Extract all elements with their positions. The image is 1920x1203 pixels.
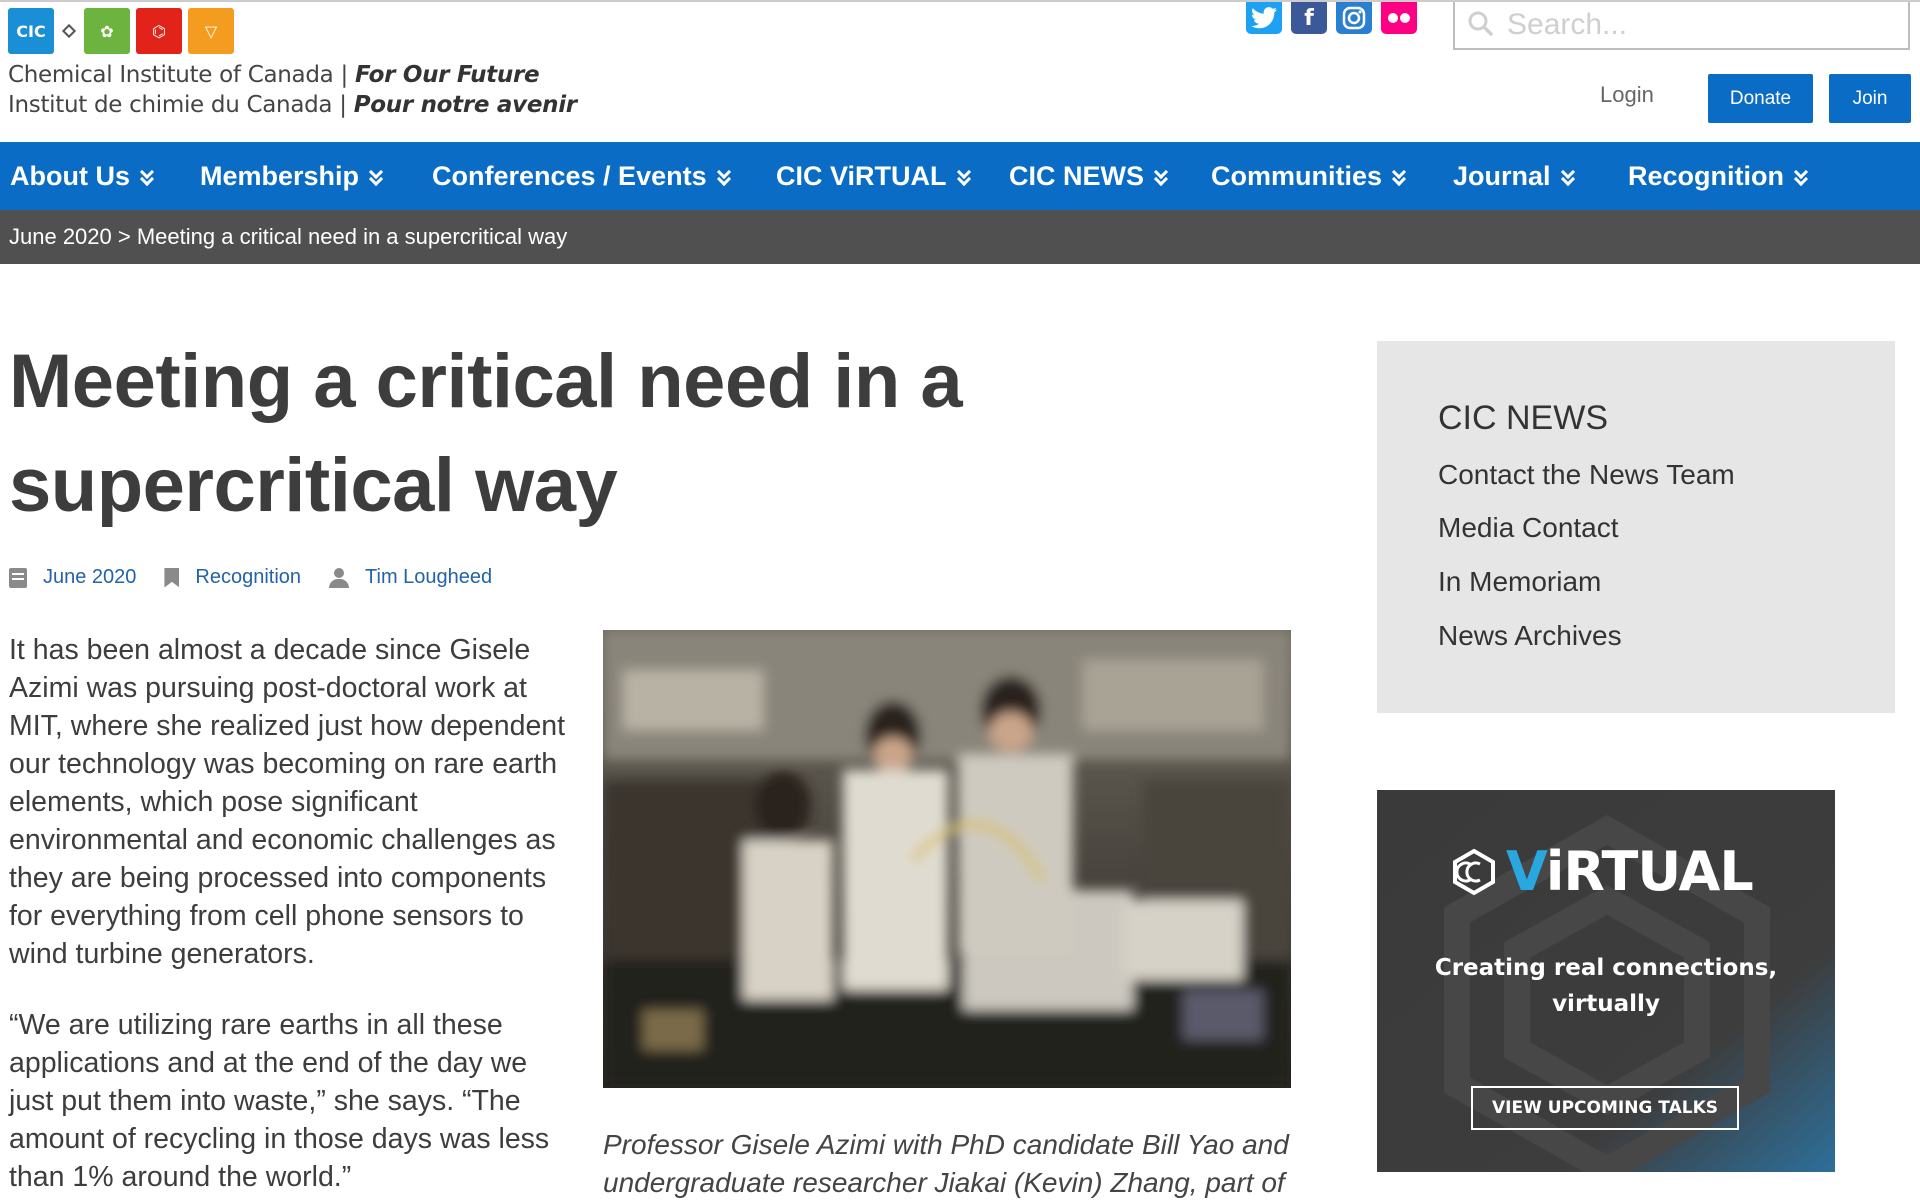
nav-item-label: Journal bbox=[1453, 160, 1551, 191]
search-icon[interactable] bbox=[1467, 10, 1493, 36]
search-input[interactable] bbox=[1507, 6, 1897, 44]
meta-date-link[interactable]: June 2020 bbox=[43, 566, 136, 589]
article-photo bbox=[603, 630, 1291, 1088]
meta-author-link[interactable]: Tim Lougheed bbox=[365, 566, 492, 589]
virtual-tagline-line2: virtually bbox=[1552, 991, 1660, 1017]
sidebar-link-news-archives[interactable]: News Archives bbox=[1438, 620, 1622, 652]
nav-item-label: CIC ViRTUAL bbox=[776, 160, 947, 191]
breadcrumb-parent[interactable]: June 2020 bbox=[9, 224, 112, 250]
nav-item-label: Recognition bbox=[1628, 160, 1784, 191]
nav-item-membership[interactable]: Membership bbox=[200, 142, 383, 210]
virtual-tagline: Creating real connections, virtually bbox=[1377, 950, 1835, 1022]
user-icon bbox=[329, 567, 350, 588]
page-title: Meeting a critical need in a supercritic… bbox=[9, 339, 963, 528]
logo-name-fr: Institut de chimie du Canada bbox=[8, 92, 333, 118]
chevron-down-icon bbox=[1392, 167, 1406, 185]
logo-tagline-en: For Our Future bbox=[354, 62, 540, 88]
breadcrumb: June 2020 > Meeting a critical need in a… bbox=[0, 210, 1920, 264]
sidebar-heading: CIC NEWS bbox=[1438, 399, 1608, 437]
sidebar-link-contact-news-team[interactable]: Contact the News Team bbox=[1438, 459, 1735, 491]
chevron-down-icon bbox=[1794, 167, 1808, 185]
chevron-down-icon bbox=[957, 167, 971, 185]
cic-logo-icon: CIC bbox=[8, 8, 54, 54]
chevron-down-icon bbox=[717, 167, 731, 185]
article-paragraph: “We are utilizing rare earths in all the… bbox=[9, 1009, 550, 1193]
calendar-icon bbox=[9, 567, 27, 588]
site-header: CIC ✿ ⌬ ▽ Chemical Institute of Canada |… bbox=[0, 0, 1920, 142]
logo-name-en: Chemical Institute of Canada bbox=[8, 62, 334, 88]
search-box[interactable] bbox=[1453, 2, 1910, 50]
chevron-down-icon bbox=[1154, 167, 1168, 185]
view-upcoming-talks-button[interactable]: VIEW UPCOMING TALKS bbox=[1471, 1086, 1739, 1130]
chevron-down-icon bbox=[1561, 167, 1575, 185]
nav-item-label: Membership bbox=[200, 160, 360, 191]
virtual-brand-v: V bbox=[1506, 840, 1547, 903]
logo-icons[interactable]: CIC ✿ ⌬ ▽ bbox=[8, 6, 234, 56]
donate-button[interactable]: Donate bbox=[1708, 74, 1813, 123]
chevron-down-icon bbox=[140, 167, 154, 185]
nav-item-conferences-events[interactable]: Conferences / Events bbox=[432, 142, 731, 210]
breadcrumb-separator: > bbox=[111, 224, 137, 249]
logo-wordmark[interactable]: Chemical Institute of Canada | For Our F… bbox=[8, 60, 577, 120]
nav-item-cic-news[interactable]: CIC NEWS bbox=[1009, 142, 1168, 210]
flickr-icon[interactable] bbox=[1381, 2, 1417, 34]
nav-item-label: Conferences / Events bbox=[432, 160, 707, 191]
social-links: f bbox=[1246, 2, 1417, 34]
nav-item-label: Communities bbox=[1211, 160, 1383, 191]
facebook-icon[interactable]: f bbox=[1291, 2, 1327, 34]
breadcrumb-current: Meeting a critical need in a supercritic… bbox=[136, 224, 568, 249]
virtual-tagline-line1: Creating real connections, bbox=[1434, 955, 1778, 981]
article-meta: June 2020 Recognition Tim Lougheed bbox=[9, 566, 520, 589]
diamond-separator-icon bbox=[61, 23, 77, 39]
main-nav: About Us Membership Conferences / Events… bbox=[0, 142, 1920, 210]
csc-logo-icon: ✿ bbox=[84, 8, 130, 54]
chevron-down-icon bbox=[369, 167, 383, 185]
nav-item-label: CIC NEWS bbox=[1009, 160, 1144, 191]
nav-item-communities[interactable]: Communities bbox=[1211, 142, 1406, 210]
photo-caption: Professor Gisele Azimi with PhD candidat… bbox=[603, 1129, 1289, 1198]
virtual-brand-rest: iRTUAL bbox=[1545, 840, 1754, 903]
nav-item-cic-virtual[interactable]: CIC ViRTUAL bbox=[776, 142, 971, 210]
nav-item-journal[interactable]: Journal bbox=[1453, 142, 1575, 210]
virtual-logo: ViRTUAL bbox=[1450, 840, 1754, 903]
login-link[interactable]: Login bbox=[1600, 82, 1654, 108]
meta-category-link[interactable]: Recognition bbox=[195, 566, 301, 589]
logo-tagline-fr: Pour notre avenir bbox=[353, 92, 577, 118]
virtual-ad-banner[interactable]: ViRTUAL Creating real connections, virtu… bbox=[1377, 790, 1835, 1172]
nav-item-recognition[interactable]: Recognition bbox=[1628, 142, 1808, 210]
cic-hexagon-icon bbox=[1453, 848, 1495, 895]
sidebar-link-media-contact[interactable]: Media Contact bbox=[1438, 512, 1619, 544]
nav-item-label: About Us bbox=[10, 160, 130, 191]
sidebar-news-box: CIC NEWS Contact the News Team Media Con… bbox=[1377, 341, 1895, 713]
bookmark-icon bbox=[164, 567, 180, 588]
nav-item-about-us[interactable]: About Us bbox=[10, 142, 154, 210]
csche-logo-icon: ⌬ bbox=[136, 8, 182, 54]
twitter-icon[interactable] bbox=[1246, 2, 1282, 34]
article-paragraph: It has been almost a decade since Gisele… bbox=[9, 634, 566, 970]
csct-logo-icon: ▽ bbox=[188, 8, 234, 54]
sidebar-link-in-memoriam[interactable]: In Memoriam bbox=[1438, 566, 1601, 598]
join-button[interactable]: Join bbox=[1829, 74, 1911, 123]
instagram-icon[interactable] bbox=[1336, 2, 1372, 34]
